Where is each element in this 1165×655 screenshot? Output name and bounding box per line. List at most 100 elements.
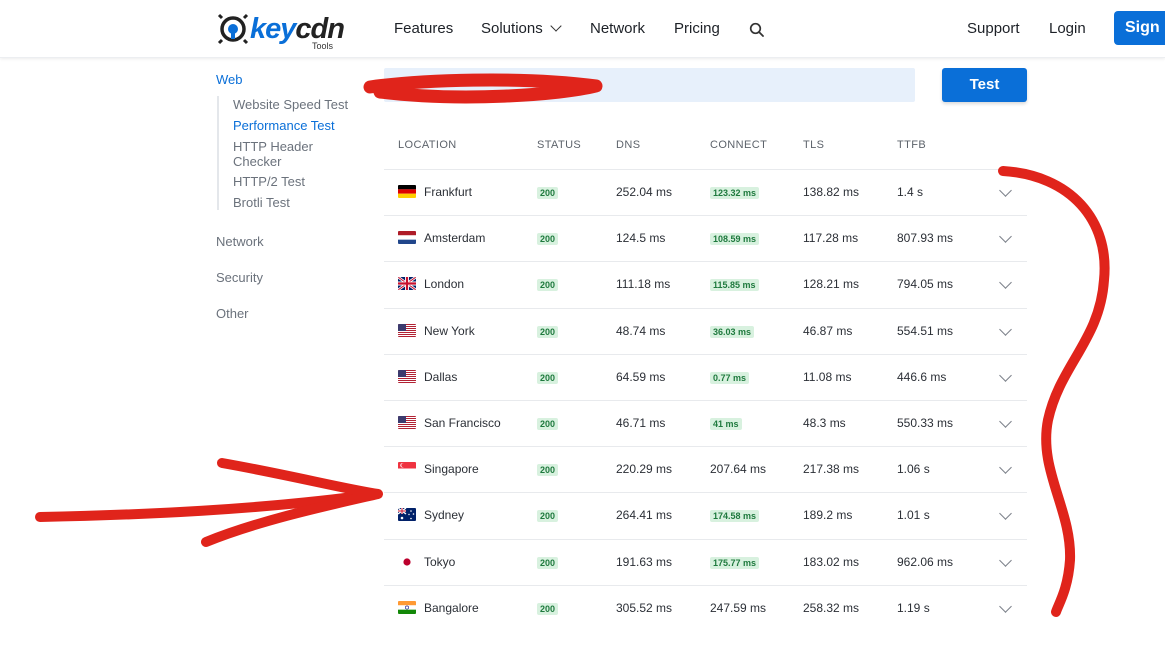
flag-au-icon [398, 508, 416, 521]
location-name: Singapore [424, 462, 479, 476]
chevron-down-icon[interactable] [999, 507, 1012, 520]
sidebar-item-http-header-checker[interactable]: HTTP Header Checker [233, 139, 343, 169]
status-badge: 200 [537, 464, 559, 476]
logo-subtitle: Tools [312, 41, 334, 51]
ttfb-time: 550.33 ms [897, 416, 954, 430]
table-row[interactable]: Dallas 200 64.59 ms 0.77 ms 11.08 ms 446.6 ms [384, 354, 1027, 400]
sidebar-item-http2-test[interactable]: HTTP/2 Test [233, 174, 305, 189]
status-badge: 200 [537, 187, 559, 199]
chevron-down-icon[interactable] [999, 369, 1012, 382]
red-arrow-shaft [35, 489, 381, 522]
status-badge: 200 [537, 557, 559, 569]
tls-time: 217.38 ms [803, 462, 860, 476]
table-row[interactable]: Amsterdam 200 124.5 ms 108.59 ms 117.28 ms 80… [384, 215, 1027, 261]
dns-time: 305.52 ms [616, 601, 673, 615]
chevron-down-icon[interactable] [999, 415, 1012, 428]
ttfb-time: 1.06 s [897, 462, 930, 476]
flag-sg-icon [398, 462, 416, 475]
tls-time: 48.3 ms [803, 416, 846, 430]
sidebar-item-website-speed-test[interactable]: Website Speed Test [233, 97, 348, 112]
sidebar-item-brotli-test[interactable]: Brotli Test [233, 195, 290, 210]
connect-time-badge: 41 ms [710, 418, 742, 430]
nav-login[interactable]: Login [1049, 20, 1086, 37]
dns-time: 111.18 ms [616, 277, 671, 291]
sidebar-item-performance-test[interactable]: Performance Test [233, 118, 335, 133]
test-button[interactable]: Test [942, 68, 1027, 102]
connect-time-badge: 175.77 ms [710, 557, 760, 569]
tls-time: 117.28 ms [803, 231, 859, 245]
status-badge: 200 [537, 372, 559, 384]
table-row[interactable]: Sydney 200 264.41 ms 174.58 ms 189.2 ms 1.01 … [384, 492, 1027, 538]
column-header-ttfb: TTFB [897, 139, 927, 151]
ttfb-time: 807.93 ms [897, 231, 954, 245]
status-badge: 200 [537, 279, 559, 291]
results-table-header: LOCATION STATUS DNS CONNECT TLS TTFB [384, 139, 1027, 169]
logo-key-icon [217, 13, 249, 45]
dns-time: 191.63 ms [616, 555, 673, 569]
location-name: New York [424, 324, 475, 338]
tls-time: 128.21 ms [803, 277, 860, 291]
chevron-down-icon[interactable] [999, 461, 1012, 474]
connect-time-badge: 36.03 ms [710, 326, 755, 338]
flag-jp-icon [399, 554, 415, 570]
location-name: Dallas [424, 370, 458, 384]
top-nav: keycdn Tools Features Solutions Network … [0, 0, 1165, 58]
table-row[interactable]: Frankfurt 200 252.04 ms 123.32 ms 138.82 ms 1… [384, 169, 1027, 215]
dns-time: 252.04 ms [616, 185, 673, 199]
connect-time: 247.59 ms [710, 601, 767, 615]
chevron-down-icon[interactable] [999, 184, 1012, 197]
nav-support[interactable]: Support [967, 20, 1020, 37]
flag-gb-icon [398, 277, 416, 290]
connect-time-badge: 0.77 ms [710, 372, 750, 384]
tls-time: 11.08 ms [803, 370, 852, 384]
search-icon[interactable] [749, 22, 765, 38]
tls-time: 183.02 ms [803, 555, 860, 569]
dns-time: 64.59 ms [616, 370, 666, 384]
table-row[interactable]: San Francisco 200 46.71 ms 41 ms 48.3 ms 550.… [384, 400, 1027, 446]
status-badge: 200 [537, 603, 559, 615]
dns-time: 46.71 ms [616, 416, 666, 430]
table-row[interactable]: Singapore 200 220.29 ms 207.64 ms 217.38 ms 1… [384, 446, 1027, 492]
chevron-down-icon[interactable] [999, 276, 1012, 289]
dns-time: 264.41 ms [616, 508, 673, 522]
nav-network[interactable]: Network [590, 20, 645, 37]
url-input[interactable] [384, 68, 915, 102]
tls-time: 46.87 ms [803, 324, 853, 338]
red-arrow-head [201, 458, 383, 547]
column-header-status: STATUS [537, 139, 582, 151]
location-name: San Francisco [424, 416, 501, 430]
chevron-down-icon[interactable] [999, 323, 1012, 336]
column-header-tls: TLS [803, 139, 825, 151]
status-badge: 200 [537, 418, 559, 430]
keycdn-logo[interactable]: keycdn Tools [216, 10, 346, 54]
sidebar-section-other[interactable]: Other [216, 306, 249, 321]
nav-features[interactable]: Features [394, 20, 453, 37]
location-name: London [424, 277, 465, 291]
table-row[interactable]: Bangalore 200 305.52 ms 247.59 ms 258.32 ms 1… [384, 585, 1027, 631]
sidebar-section-network[interactable]: Network [216, 234, 264, 249]
chevron-down-icon[interactable] [999, 600, 1012, 613]
table-row[interactable]: New York 200 48.74 ms 36.03 ms 46.87 ms 554.5… [384, 308, 1027, 354]
nav-solutions[interactable]: Solutions [481, 20, 562, 37]
nav-pricing[interactable]: Pricing [674, 20, 720, 37]
status-badge: 200 [537, 233, 559, 245]
dns-time: 48.74 ms [616, 324, 666, 338]
sidebar-web-items: Website Speed Test Performance Test HTTP… [217, 96, 367, 210]
chevron-down-icon[interactable] [999, 554, 1012, 567]
connect-time-badge: 123.32 ms [710, 187, 760, 199]
sidebar-section-web[interactable]: Web [216, 72, 243, 87]
tls-time: 138.82 ms [803, 185, 860, 199]
flag-us-icon [398, 324, 416, 337]
column-header-connect: CONNECT [710, 139, 768, 151]
dns-time: 220.29 ms [616, 462, 673, 476]
sidebar-section-security[interactable]: Security [216, 270, 263, 285]
signup-button[interactable]: Sign up [1114, 11, 1165, 45]
location-name: Frankfurt [424, 185, 473, 199]
chevron-down-icon[interactable] [999, 230, 1012, 243]
flag-us-icon [398, 370, 416, 383]
flag-nl-icon [398, 231, 416, 244]
table-row[interactable]: Tokyo 200 191.63 ms 175.77 ms 183.02 ms 962.0… [384, 539, 1027, 585]
table-row[interactable]: London 200 111.18 ms 115.85 ms 128.21 ms 794.… [384, 261, 1027, 307]
tls-time: 258.32 ms [803, 601, 860, 615]
connect-time-badge: 174.58 ms [710, 510, 760, 522]
